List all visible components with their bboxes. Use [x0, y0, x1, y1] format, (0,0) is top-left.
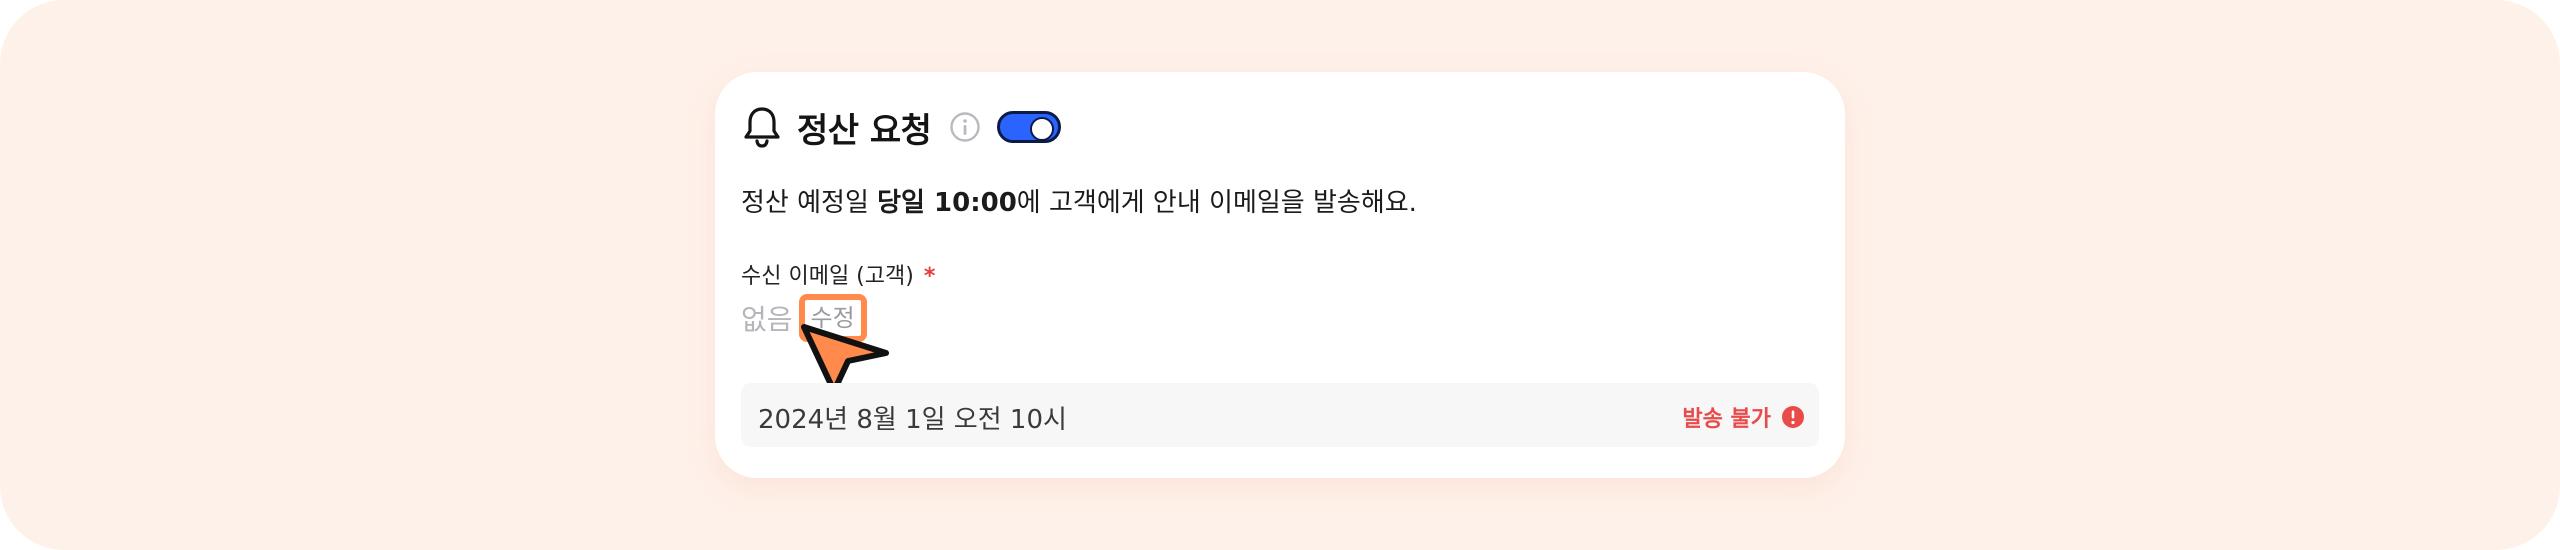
- card-header: 정산 요청: [741, 104, 1062, 151]
- description-text: 정산 예정일 당일 10:00에 고객에게 안내 이메일을 발송해요.: [741, 182, 1417, 219]
- recipient-email-label-text: 수신 이메일 (고객): [741, 264, 914, 289]
- recipient-email-label: 수신 이메일 (고객) *: [741, 258, 935, 290]
- toggle-knob: [1030, 117, 1055, 141]
- description-prefix: 정산 예정일: [741, 188, 878, 218]
- recipient-email-value: 없음: [741, 303, 793, 336]
- background-frame: 정산 요청 정산 예정일 당일 10:00에 고객에게 안내 이메일을 발송해요…: [0, 0, 2560, 550]
- info-icon[interactable]: [949, 111, 981, 143]
- settlement-request-card: 정산 요청 정산 예정일 당일 10:00에 고객에게 안내 이메일을 발송해요…: [715, 72, 1845, 478]
- page-title: 정산 요청: [797, 110, 932, 151]
- alert-circle-icon: [1781, 405, 1805, 429]
- settlement-request-toggle[interactable]: [997, 111, 1062, 143]
- send-datetime: 2024년 8월 1일 오전 10시: [758, 405, 1067, 435]
- send-status-text: 발송 불가: [1682, 407, 1771, 432]
- description-suffix: 에 고객에게 안내 이메일을 발송해요.: [1016, 188, 1417, 218]
- description-highlight: 당일 10:00: [877, 188, 1017, 218]
- send-status: 발송 불가: [1682, 401, 1805, 433]
- send-schedule-box: 2024년 8월 1일 오전 10시 발송 불가: [741, 383, 1819, 447]
- bell-icon: [741, 104, 783, 150]
- required-mark: *: [923, 264, 936, 289]
